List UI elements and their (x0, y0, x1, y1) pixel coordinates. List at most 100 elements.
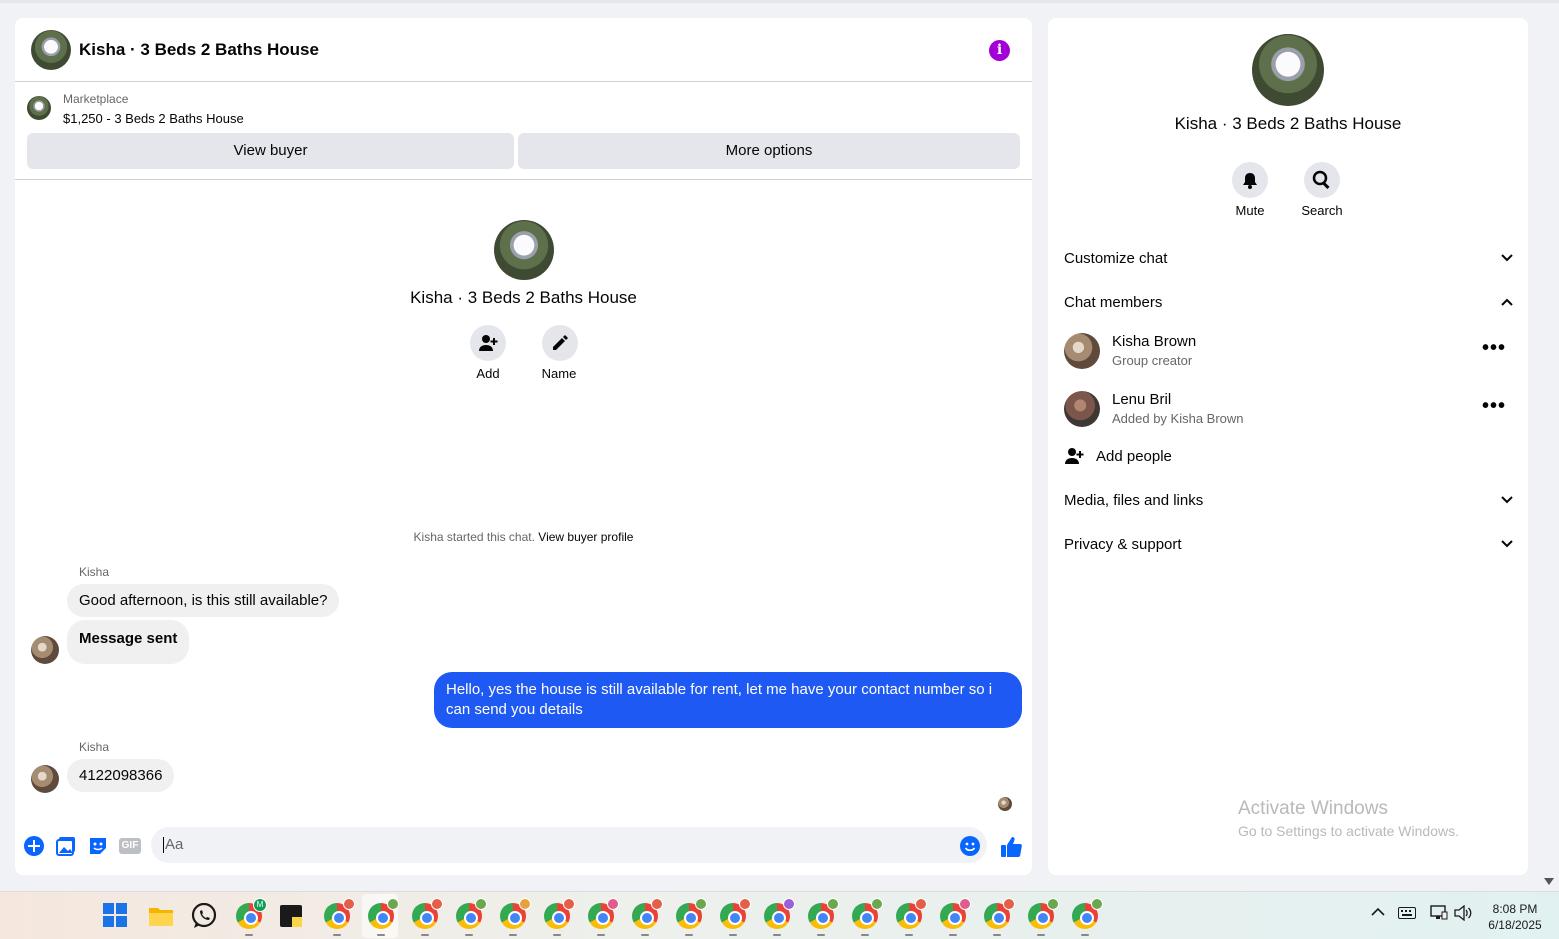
message-bubble-incoming[interactable]: 4122098366 (67, 759, 175, 792)
pencil-icon (553, 335, 568, 350)
chrome-icon[interactable] (676, 898, 707, 929)
add-member-button[interactable] (470, 325, 506, 361)
chrome-profile-badge (1091, 898, 1103, 910)
member-avatar[interactable] (1064, 333, 1100, 369)
kisha-avatar[interactable] (31, 765, 59, 793)
chrome-icon[interactable] (764, 898, 795, 929)
chevron-down-icon (1501, 496, 1513, 504)
sender-name: Kisha (79, 565, 110, 579)
view-buyer-profile-link[interactable]: View buyer profile (538, 530, 633, 544)
chrome-icon[interactable]: M (236, 898, 267, 929)
member-name[interactable]: Lenu Bril (1112, 391, 1171, 408)
whatsapp-icon[interactable] (191, 903, 217, 929)
emoji-icon[interactable] (959, 835, 981, 857)
running-indicator (861, 934, 869, 936)
marketplace-label: Marketplace (63, 92, 129, 106)
activate-windows-watermark: Activate Windows Go to Settings to activ… (1238, 798, 1459, 839)
sticky-notes-icon[interactable] (280, 905, 302, 927)
media-files-row[interactable]: Media, files and links (1064, 488, 1514, 512)
member-options-icon[interactable]: ••• (1482, 338, 1506, 358)
chrome-icon[interactable] (544, 898, 575, 929)
sticker-icon[interactable] (87, 835, 109, 857)
chat-start-text: Kisha started this chat. (413, 530, 535, 544)
chat-avatar[interactable] (31, 30, 71, 70)
file-explorer-icon[interactable] (148, 905, 174, 927)
clock-date: 6/18/2025 (1488, 918, 1542, 932)
chrome-icon[interactable] (368, 898, 399, 929)
chrome-icon[interactable] (720, 898, 751, 929)
more-options-button[interactable]: More options (518, 133, 1020, 169)
chrome-icon[interactable] (500, 898, 531, 929)
chrome-icon[interactable] (632, 898, 663, 929)
chat-title[interactable]: Kisha · 3 Beds 2 Baths House (79, 40, 319, 60)
chrome-icon[interactable] (412, 898, 443, 929)
info-icon[interactable]: i (989, 40, 1010, 61)
watermark-title: Activate Windows (1238, 798, 1388, 819)
message-input[interactable]: Aa (151, 827, 987, 863)
chat-members-row[interactable]: Chat members (1064, 290, 1514, 314)
running-indicator (245, 934, 253, 936)
plus-icon[interactable] (23, 835, 45, 857)
running-indicator (333, 934, 341, 936)
mute-button[interactable] (1232, 162, 1268, 198)
running-indicator (729, 934, 737, 936)
scroll-down-arrow[interactable] (1544, 878, 1554, 885)
message-bubble-outgoing[interactable]: Hello, yes the house is still available … (434, 672, 1022, 728)
member-options-icon[interactable]: ••• (1482, 396, 1506, 416)
details-title: Kisha · 3 Beds 2 Baths House (1174, 114, 1402, 133)
details-avatar[interactable] (1252, 34, 1324, 106)
volume-icon[interactable] (1454, 905, 1472, 921)
kisha-avatar[interactable] (31, 636, 59, 664)
chrome-icon[interactable] (324, 898, 355, 929)
chrome-profile-badge (519, 898, 531, 910)
chrome-icon[interactable] (1028, 898, 1059, 929)
chrome-profile-badge (431, 898, 443, 910)
photo-icon[interactable] (55, 835, 77, 857)
listing-title[interactable]: $1,250 - 3 Beds 2 Baths House (63, 111, 244, 126)
like-icon[interactable] (999, 835, 1023, 859)
chrome-profile-badge (695, 898, 707, 910)
message-bubble-incoming[interactable]: Good afternoon, is this still available? (67, 584, 340, 617)
view-buyer-button[interactable]: View buyer (27, 133, 514, 169)
member-avatar[interactable] (1064, 391, 1100, 427)
member-name[interactable]: Kisha Brown (1112, 333, 1196, 350)
chevron-down-icon (1501, 540, 1513, 548)
chevron-up-icon (1501, 298, 1513, 306)
chrome-profile-badge (343, 898, 355, 910)
watermark-subtitle: Go to Settings to activate Windows. (1238, 823, 1459, 839)
chrome-profile-badge (607, 898, 619, 910)
sticky-notes-corner (292, 917, 302, 927)
search-button[interactable] (1304, 162, 1340, 198)
privacy-support-row[interactable]: Privacy & support (1064, 532, 1514, 556)
customize-chat-row[interactable]: Customize chat (1064, 246, 1514, 270)
name-button[interactable] (542, 325, 578, 361)
taskbar: M 8:08 PM 6/18/2025 (0, 891, 1559, 939)
member-role: Added by Kisha Brown (1112, 411, 1244, 426)
chrome-profile-badge (959, 898, 971, 910)
chrome-icon[interactable] (852, 898, 883, 929)
chrome-icon[interactable] (808, 898, 839, 929)
network-icon[interactable] (1430, 904, 1448, 922)
add-people-row[interactable]: Add people (1064, 446, 1172, 466)
chrome-icon[interactable] (896, 898, 927, 929)
chrome-icon[interactable] (940, 898, 971, 929)
windows-start-icon[interactable] (103, 903, 127, 927)
listing-thumbnail[interactable] (27, 96, 51, 120)
chrome-icon[interactable] (1072, 898, 1103, 929)
chrome-icon[interactable] (984, 898, 1015, 929)
search-icon (1312, 170, 1330, 190)
message-sent-bubble[interactable]: Message sent (67, 620, 190, 664)
tray-chevron-icon[interactable] (1371, 906, 1385, 920)
running-indicator (421, 934, 429, 936)
running-indicator (993, 934, 1001, 936)
message-composer: GIF Aa (15, 825, 1032, 875)
running-indicator (685, 934, 693, 936)
add-person-icon (479, 335, 498, 351)
running-indicator (553, 934, 561, 936)
system-clock[interactable]: 8:08 PM 6/18/2025 (1480, 901, 1550, 933)
chrome-icon[interactable] (588, 898, 619, 929)
chrome-icon[interactable] (456, 898, 487, 929)
gif-button[interactable]: GIF (119, 838, 141, 854)
keyboard-icon[interactable] (1398, 907, 1416, 919)
bell-icon (1243, 173, 1257, 189)
